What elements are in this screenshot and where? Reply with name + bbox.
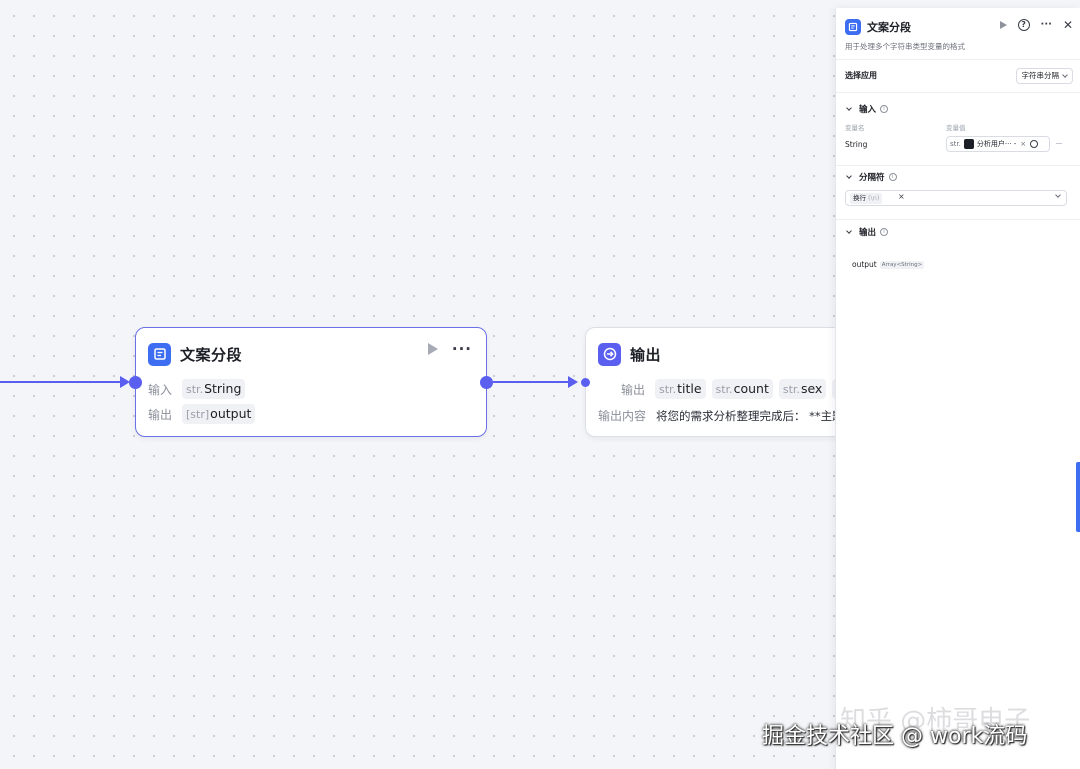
type-label: str. [186, 383, 204, 396]
tag-hint: (\n) [868, 194, 880, 202]
output-node-icon [598, 342, 621, 366]
output-variable-chip: [str] output [182, 404, 256, 424]
input-port[interactable] [581, 378, 590, 387]
chevron-down-icon [1055, 192, 1061, 198]
separator-section-header[interactable]: 分隔符 i [845, 171, 897, 183]
output-variable-chip: str. sex [778, 379, 827, 399]
remove-variable-icon[interactable] [1056, 143, 1062, 144]
variable-name: sex [800, 381, 823, 396]
output-type-badge: Array<String> [879, 260, 925, 269]
separator-tag: 换行 (\n) [850, 193, 883, 204]
close-icon[interactable]: ✕ [1063, 19, 1073, 31]
input-section-header[interactable]: 输入 i [845, 103, 889, 115]
node-title: 输出 [630, 345, 662, 364]
side-tab[interactable] [1076, 462, 1080, 532]
section-title: 分隔符 [859, 173, 885, 183]
select-app-label: 选择应用 [845, 71, 877, 80]
node-header: 输出 [598, 341, 661, 367]
remove-tag-icon[interactable]: × [898, 192, 905, 201]
more-options-icon[interactable]: ··· [1041, 20, 1052, 30]
divider [836, 59, 1080, 60]
node-settings-panel: 文案分段 ? ··· ✕ 用于处理多个字符串类型变量的格式 选择应用 字符串分隔… [835, 8, 1080, 769]
type-label: str. [659, 383, 677, 396]
chevron-down-icon [1062, 72, 1068, 78]
section-title: 输出 [859, 228, 877, 238]
variable-value-field[interactable]: str. 分析用户··· - × [946, 136, 1050, 152]
output-label: 输出 [148, 407, 173, 422]
chevron-down-icon [846, 228, 852, 234]
node-text-segment[interactable]: 文案分段 ··· 输入 str. String 输出 [str] output [135, 327, 487, 437]
divider [836, 92, 1080, 93]
run-node-icon[interactable] [427, 343, 438, 355]
help-icon[interactable]: ? [1017, 19, 1030, 31]
node-title: 文案分段 [180, 345, 243, 364]
content-text: 将您的需求分析整理完成后： **主题 [656, 408, 844, 423]
node-content-row: 输出内容 将您的需求分析整理完成后： **主题 [598, 407, 844, 424]
node-output-row: 输出 [str] output [148, 404, 261, 424]
type-label: [str] [186, 408, 210, 421]
run-icon[interactable] [999, 21, 1007, 29]
clear-icon[interactable]: × [1020, 140, 1026, 148]
content-label: 输出内容 [598, 409, 647, 423]
section-title: 输入 [859, 105, 877, 115]
output-section-header[interactable]: 输出 i [845, 226, 889, 238]
variable-name: String [845, 140, 868, 149]
output-variable-chip: str. title [655, 379, 706, 399]
variable-name: output [210, 406, 252, 421]
tag-label: 换行 [853, 194, 866, 202]
output-variable-name: output [852, 260, 877, 269]
panel-description: 用于处理多个字符串类型变量的格式 [845, 42, 965, 51]
panel-header: 文案分段 ? ··· ✕ [845, 17, 1073, 37]
output-port[interactable] [480, 376, 493, 389]
variable-name: count [733, 381, 769, 396]
input-port[interactable] [129, 376, 142, 389]
node-input-row: 输入 str. String [148, 379, 251, 399]
chevron-down-icon [846, 105, 852, 111]
variable-name: String [204, 381, 242, 396]
column-header-var-value: 变量值 [946, 124, 966, 132]
select-app-row: 选择应用 字符串分隔 [845, 68, 1073, 84]
type-label: str. [782, 383, 800, 396]
separator-multiselect[interactable]: 换行 (\n) × [845, 190, 1067, 206]
node-output-vars-row: 输出 str. title str. count str. sex str. t [621, 379, 869, 399]
target-icon[interactable] [1030, 140, 1039, 148]
select-app-value: 字符串分隔 [1021, 71, 1060, 80]
text-segment-icon [148, 342, 171, 366]
type-label: str. [715, 383, 733, 396]
edge-segment-to-output-arrow [568, 376, 578, 388]
divider [836, 219, 1080, 220]
type-label: str. [950, 140, 961, 148]
select-app-dropdown[interactable]: 字符串分隔 [1015, 68, 1073, 84]
panel-actions: ? ··· ✕ [999, 19, 1073, 31]
text-segment-icon [845, 19, 861, 35]
more-options-icon[interactable]: ··· [452, 342, 472, 357]
node-header: 文案分段 [148, 341, 242, 367]
divider [836, 165, 1080, 166]
output-label: 输出 [621, 382, 646, 397]
output-variable-row: output Array<String> [852, 260, 925, 269]
input-variable-chip: str. String [182, 379, 246, 399]
info-icon[interactable]: i [888, 173, 897, 181]
watermark: 掘金技术社区 @ work流码 [762, 724, 1028, 749]
chevron-down-icon [846, 173, 852, 179]
info-icon[interactable]: i [880, 105, 889, 113]
variable-name: title [677, 381, 702, 396]
column-header-var-name: 变量名 [845, 124, 865, 132]
input-label: 输入 [148, 382, 173, 397]
node-reference-icon [963, 139, 974, 149]
info-icon[interactable]: i [880, 228, 889, 236]
panel-title: 文案分段 [867, 21, 911, 34]
output-variable-chip: str. count [711, 379, 773, 399]
node-actions: ··· [427, 342, 472, 357]
reference-text: 分析用户··· - [976, 140, 1017, 148]
node-output[interactable]: 输出 输出 str. title str. count str. sex str… [585, 327, 875, 437]
